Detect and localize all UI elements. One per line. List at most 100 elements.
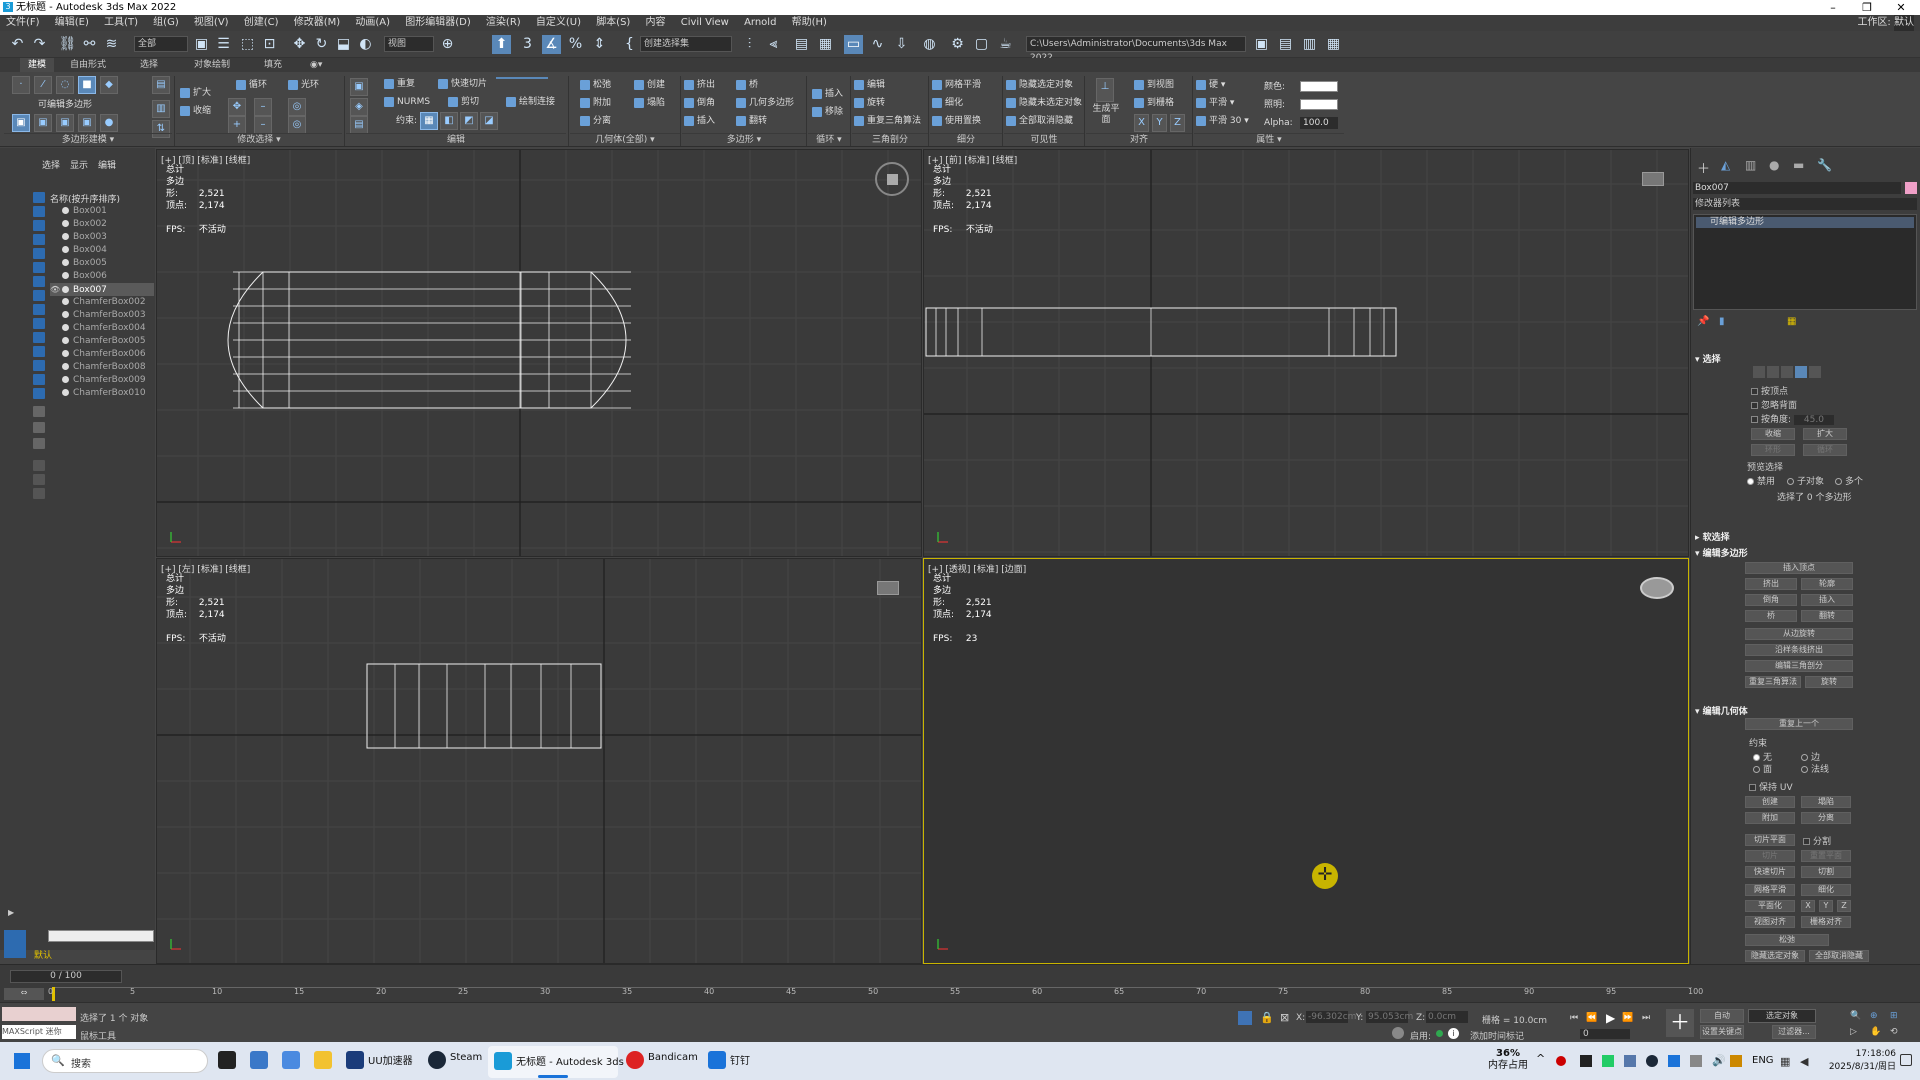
filter-lights-icon[interactable] [33,220,45,231]
material-editor-icon[interactable]: ◍ [920,35,939,54]
show-cage-icon[interactable]: ● [100,114,118,132]
by-vertex-checkbox[interactable]: 按顶点 [1751,384,1788,397]
bevel-button[interactable]: 倒角 [684,97,715,109]
create-button[interactable]: 创建 [634,79,665,91]
scene-object-row[interactable]: ChamferBox008 [50,361,154,374]
zoom-extents-icon[interactable]: ⊞ [1890,1011,1898,1021]
viewcube-left-icon[interactable] [877,581,899,595]
tab-freeform[interactable]: 自由形式 [62,58,114,72]
slice-plane-button[interactable]: 切片平面 [1745,834,1795,846]
edit-tri-button[interactable]: 编辑 [854,79,885,91]
y-coord-input[interactable]: 95.053cm [1366,1011,1413,1023]
tab-object-paint[interactable]: 对象绘制 [186,58,238,72]
hide-unselected-button[interactable]: 隐藏未选定对象 [1006,97,1082,109]
preserve-uv-checkbox[interactable]: 保持 UV [1749,780,1793,793]
scene-object-row[interactable]: Box005 [50,257,154,270]
scene-object-row[interactable]: Box002 [50,218,154,231]
filter-invert-icon[interactable] [33,388,45,399]
align-x-button[interactable]: X [1134,114,1149,132]
calculator-icon[interactable] [282,1051,300,1069]
info-icon[interactable]: i [1448,1028,1459,1039]
menu-file[interactable]: 文件(F) [0,15,46,31]
preserve-uv-icon[interactable]: ▣ [350,78,368,96]
reset-plane-button[interactable]: 重置平面 [1801,850,1851,862]
align-y-button[interactable]: Y [1152,114,1167,132]
alpha-input[interactable]: 100.0 [1300,117,1338,129]
play-icon[interactable]: ▶ [1606,1011,1615,1025]
bridge-button[interactable]: 桥 [1745,610,1797,622]
viewcube-persp-icon[interactable] [1640,577,1674,599]
memory-usage[interactable]: 36% 内存占用 [1488,1048,1528,1072]
cut-button[interactable]: 剪切 [448,96,479,108]
adaptive-degradation-icon[interactable] [1392,1027,1404,1039]
tray-volume-icon[interactable]: 🔊 [1712,1054,1726,1067]
group-modify-selection[interactable]: 修改选择 ▾ [176,133,342,146]
slice-button[interactable]: 切片 [1745,850,1795,862]
tray-app4-icon[interactable] [1730,1055,1742,1067]
inset-button[interactable]: 插入 [1801,594,1853,606]
attach-button[interactable]: 附加 [580,97,611,109]
layer-explorer-icon[interactable]: ▦ [816,35,835,54]
menu-civil-view[interactable]: Civil View [675,15,735,31]
filter-xrefs-icon[interactable] [33,290,45,301]
filter-spacewarps-icon[interactable] [33,262,45,273]
polygon-mode-icon[interactable]: ■ [78,76,96,94]
tray-app2-icon[interactable] [1624,1055,1636,1067]
lock-icon[interactable] [33,488,45,499]
menu-customize[interactable]: 自定义(U) [530,15,587,31]
ring-grow-icon[interactable]: ◎ [288,116,306,134]
sub-element-icon[interactable] [1809,366,1821,378]
taskbar-uu[interactable]: UU加速器 [368,1052,413,1067]
zoom-icon[interactable]: 🔍 [1850,1011,1861,1021]
rollout-edit-polygons[interactable]: ▾ 编辑多边形 [1695,546,1748,559]
ring-button[interactable]: 环形 [1751,444,1795,456]
scale-icon[interactable]: ⬓ [334,35,353,54]
hinge-button[interactable]: 从边旋转 [1745,628,1853,640]
taskbar-bandicam[interactable]: Bandicam [648,1052,698,1063]
quickslice-button[interactable]: 快速切片 [1745,866,1795,878]
insert-vertex-button[interactable]: 插入顶点 [1745,562,1853,574]
taskbar-clock[interactable]: 17:18:06 2025/8/31/周日 [1826,1048,1896,1074]
scene-object-row[interactable]: ChamferBox002 [50,296,154,309]
edit-named-sets-icon[interactable]: { [620,35,639,54]
viewport-perspective[interactable]: [+] [透视] [标准] [边面] 总计 多边形: 2,521 顶点: 2,1… [923,558,1689,964]
tray-steam-icon[interactable] [1646,1055,1658,1067]
meshsmooth-button[interactable]: 网格平滑 [1745,884,1795,896]
tray-chevron-icon[interactable]: ^ [1536,1052,1545,1065]
select-by-name-icon[interactable]: ☰ [214,35,233,54]
motion-tab-icon[interactable]: ● [1769,158,1779,172]
menu-animation[interactable]: 动画(A) [349,15,396,31]
paint-connect-button[interactable]: 绘制连接 [506,96,555,108]
constraint-face-icon[interactable]: ◩ [460,112,478,130]
ring-button[interactable]: 光环 [288,79,319,91]
preview-subobj-radio[interactable]: 子对象 [1787,474,1824,487]
time-slider[interactable]: 0 / 100 [10,970,122,983]
sort-icon[interactable] [33,422,45,433]
tray-network-icon[interactable]: ▦ [1780,1055,1790,1068]
tessellate-button[interactable]: 细化 [932,97,963,109]
render-setup-icon[interactable]: ⚙ [948,35,967,54]
hierarchy-tab-icon[interactable]: ▥ [1745,158,1756,172]
unhide-all-button[interactable]: 全部取消隐藏 [1809,950,1869,962]
detach-button[interactable]: 分离 [1801,812,1851,824]
rollout-edit-geometry[interactable]: ▾ 编辑几何体 [1695,704,1748,717]
project-create-icon[interactable]: ▥ [1300,35,1319,54]
preview-multi-icon[interactable]: ▣ [56,114,74,132]
setkey-button[interactable]: 设置关键点 [1700,1025,1744,1039]
utilities-tab-icon[interactable]: 🔧 [1817,158,1832,172]
align-icon[interactable]: ⫷ [764,35,783,54]
menu-content[interactable]: 内容 [640,15,672,31]
preview-multi-radio[interactable]: 多个 [1835,474,1863,487]
sub-vertex-icon[interactable] [1753,366,1765,378]
meshsmooth-button[interactable]: 网格平滑 [932,79,981,91]
hide-selected-button[interactable]: 隐藏选定对象 [1745,950,1805,962]
selection-filter-dropdown[interactable]: 全部 [134,36,188,52]
taskbar-app-icon[interactable] [250,1051,268,1069]
group-poly-modeling[interactable]: 多边形建模 ▾ [4,133,172,146]
tray-speaker-icon[interactable]: ◀ [1800,1055,1808,1068]
fov-icon[interactable]: ▷ [1850,1027,1857,1037]
pivot-center-icon[interactable]: ⊕ [438,35,457,54]
scene-object-row[interactable]: ChamferBox006 [50,348,154,361]
funnel-icon[interactable] [33,460,45,471]
dingtalk-icon[interactable] [708,1051,726,1069]
